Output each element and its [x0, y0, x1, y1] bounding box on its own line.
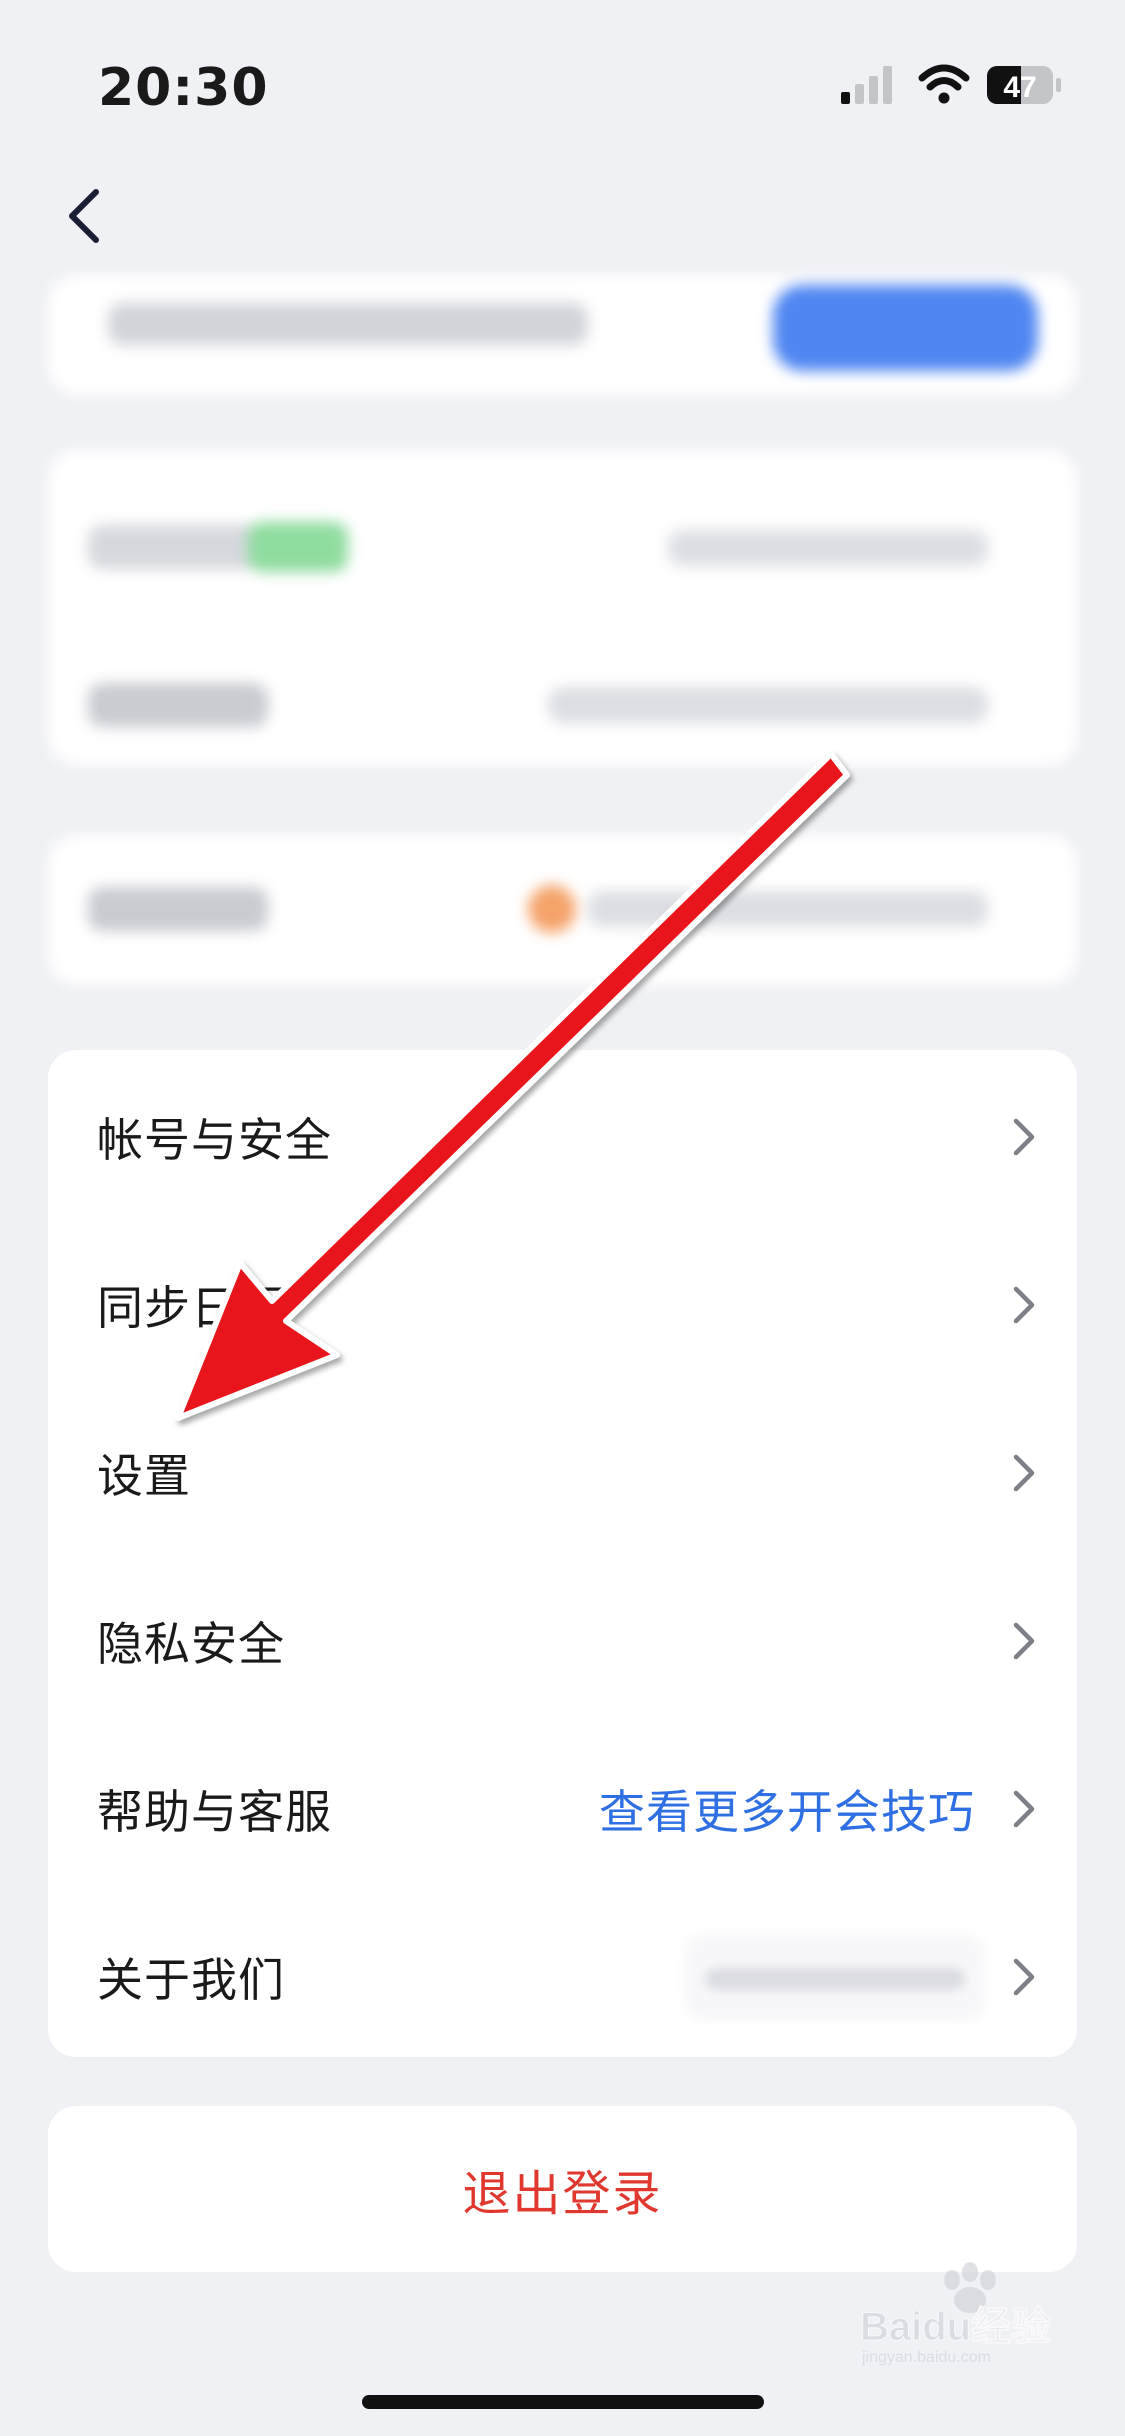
- menu-item-label: 同步日历: [97, 1281, 285, 1335]
- back-button[interactable]: [62, 186, 108, 246]
- chevron-right-icon: [1013, 1286, 1035, 1324]
- wifi-icon: [918, 64, 970, 104]
- home-indicator[interactable]: [362, 2395, 764, 2409]
- cellular-signal-icon: [841, 66, 892, 104]
- blurred-version-text: [685, 1934, 985, 2020]
- logout-button[interactable]: 退出登录: [48, 2106, 1077, 2272]
- watermark-url: jingyan.baidu.com: [861, 2349, 991, 2366]
- chevron-right-icon: [1013, 1622, 1035, 1660]
- watermark-text: Baidu经验: [860, 2305, 1051, 2349]
- chevron-right-icon: [1013, 1118, 1035, 1156]
- battery-icon: 47: [987, 66, 1061, 104]
- blurred-card-1: [48, 275, 1077, 395]
- chevron-right-icon: [1013, 1790, 1035, 1828]
- menu-item-label: 帮助与客服: [97, 1785, 332, 1839]
- status-icons: 47: [841, 64, 1061, 104]
- chevron-left-icon: [69, 189, 99, 243]
- status-time: 20:30: [98, 58, 269, 118]
- settings-menu-card: 帐号与安全 同步日历 设置 隐私安全 帮助与客服 查看更多开会技巧 关于我们: [48, 1050, 1077, 2057]
- menu-item-label: 关于我们: [97, 1953, 285, 2007]
- blurred-profile-area: [40, 275, 1085, 1015]
- menu-item-label: 帐号与安全: [97, 1113, 332, 1167]
- battery-level-text: 47: [1003, 71, 1036, 104]
- blurred-card-3: [48, 835, 1077, 985]
- menu-item-privacy-security[interactable]: 隐私安全: [48, 1557, 1077, 1725]
- logout-label: 退出登录: [462, 2166, 663, 2222]
- menu-item-settings[interactable]: 设置: [48, 1389, 1077, 1557]
- menu-item-label: 设置: [97, 1449, 191, 1503]
- menu-item-about-us[interactable]: 关于我们: [48, 1893, 1077, 2061]
- meeting-tips-link[interactable]: 查看更多开会技巧: [599, 1776, 975, 1842]
- menu-item-help-support[interactable]: 帮助与客服 查看更多开会技巧: [48, 1725, 1077, 1893]
- chevron-right-icon: [1013, 1958, 1035, 1996]
- chevron-right-icon: [1013, 1454, 1035, 1492]
- menu-item-account-security[interactable]: 帐号与安全: [48, 1053, 1077, 1221]
- menu-item-label: 隐私安全: [97, 1617, 285, 1671]
- baidu-jingyan-watermark: Baidu经验 jingyan.baidu.com: [860, 2262, 1052, 2366]
- blurred-card-2: [48, 450, 1077, 765]
- menu-item-sync-calendar[interactable]: 同步日历: [48, 1221, 1077, 1389]
